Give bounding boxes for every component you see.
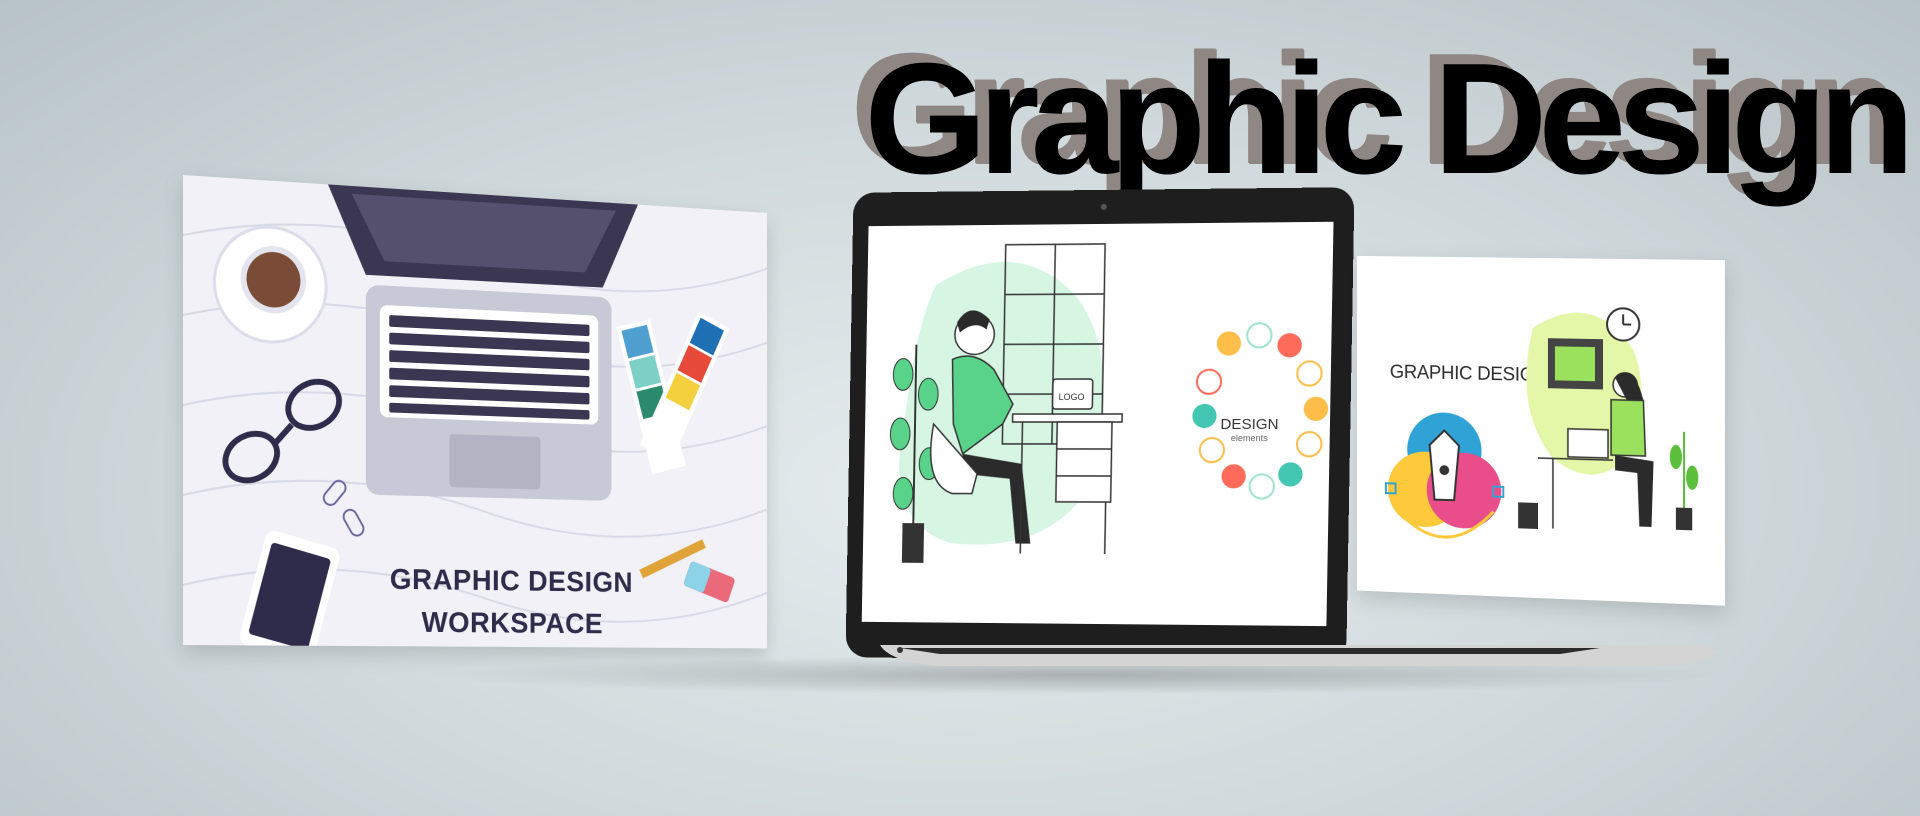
monitor-icon: LOGO [1052,379,1092,409]
headline: Graphic Design [864,31,1915,207]
workspace-title-line2: WORKSPACE [421,606,604,640]
workspace-title: GRAPHIC DESIGN WORKSPACE [375,558,646,646]
designer-tablet-illustration [1357,256,1699,606]
design-title: DESIGN [1220,415,1279,434]
clock-icon [1607,308,1639,341]
trash-bin-icon [1518,502,1538,529]
eraser-icon [683,560,736,604]
logo-label: LOGO [1059,392,1085,402]
glasses-icon [217,368,347,492]
laptop-screen: LOGO DESIGN elements [861,221,1334,627]
graphic-design-card: GRAPHIC DESIGN [1356,255,1725,606]
smartphone-icon [237,528,342,649]
design-elements-label: DESIGN elements [1220,415,1279,444]
laptop-base [880,645,1720,666]
workspace-illustration-card: GRAPHIC DESIGN WORKSPACE [183,175,767,649]
webcam-icon [1100,203,1107,210]
laptop-topdown-icon [328,184,638,501]
paperclip-icon [321,478,366,539]
color-venn-pen-icon [1386,411,1503,539]
laptop-lid: LOGO DESIGN elements [845,187,1355,663]
plant-icon [1669,431,1699,531]
design-subtitle: elements [1230,433,1268,444]
workspace-title-line1: GRAPHIC DESIGN [389,563,633,599]
drawing-screen-icon [1547,338,1604,390]
design-elements-wheel [1192,323,1329,499]
coffee-cup-icon [214,224,326,345]
